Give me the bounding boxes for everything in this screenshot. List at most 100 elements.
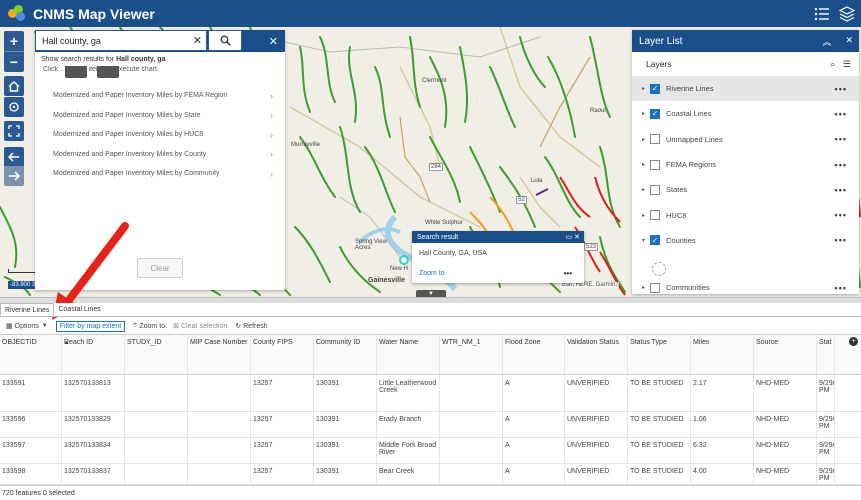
layer-checkbox[interactable] — [650, 184, 660, 195]
layer-row[interactable]: ▸ HUC8 ••• — [632, 202, 859, 227]
search-icon[interactable]: ⌕ — [830, 59, 835, 69]
table-cell: Bear Creek — [377, 464, 440, 484]
layer-row[interactable]: ▸ Communities ••• — [632, 275, 859, 294]
layer-checkbox[interactable]: ✓ — [650, 83, 660, 94]
column-header[interactable]: Flood Zone — [503, 335, 565, 374]
layer-row[interactable]: ▸ ✓ Riverine Lines ••• — [632, 76, 859, 102]
table-cell: Little Leatherwood Creek — [377, 375, 440, 411]
column-header[interactable]: MIP Case Number — [188, 335, 251, 374]
column-header[interactable]: Status Type — [628, 335, 691, 374]
table-cell: 9/29/2 PM — [817, 438, 835, 463]
chevron-right-icon[interactable]: ▸ — [642, 136, 650, 143]
list-icon[interactable] — [811, 3, 833, 25]
layer-checkbox[interactable]: ✓ — [650, 235, 660, 246]
table-cell: NHD-MED — [754, 464, 817, 484]
layer-checkbox[interactable] — [650, 210, 660, 221]
chart-task-item[interactable]: Modernized and Paper Inventory Miles by … — [53, 145, 273, 165]
column-header[interactable]: Community ID — [314, 335, 377, 374]
more-options-icon[interactable]: ••• — [835, 283, 847, 293]
layer-row[interactable]: ▸ States ••• — [632, 177, 859, 202]
collapse-icon[interactable]: ︽ — [822, 35, 831, 48]
column-header[interactable]: WTR_NM_1 — [440, 335, 503, 374]
more-options-icon[interactable]: ••• — [835, 134, 847, 144]
layer-name: FEMA Regions — [666, 160, 717, 170]
maximize-icon[interactable]: ▭ — [566, 234, 573, 241]
layer-checkbox[interactable] — [650, 159, 660, 170]
more-options-icon[interactable]: ••• — [564, 269, 572, 278]
clear-button[interactable]: Clear — [137, 258, 183, 278]
tab-riverine-lines[interactable]: Riverine Lines — [0, 303, 55, 316]
column-header[interactable]: Stat — [817, 335, 835, 374]
layers-heading: Layers — [646, 59, 672, 69]
zoom-to-link[interactable]: Zoom to — [419, 270, 445, 277]
layer-row[interactable]: ▸ ✓ Coastal Lines ••• — [632, 101, 859, 126]
more-options-icon[interactable]: ••• — [835, 185, 847, 195]
zoom-out-button[interactable]: − — [4, 52, 24, 72]
more-options-icon[interactable]: ••• — [835, 84, 847, 94]
close-icon[interactable]: ✕ — [269, 35, 278, 48]
tab-coastal-lines[interactable]: Coastal Lines — [54, 303, 104, 316]
layer-checkbox[interactable] — [650, 282, 660, 293]
table-cell: 130391 — [314, 464, 377, 484]
layers-icon[interactable] — [836, 3, 858, 25]
chart-task-item[interactable]: Modernized and Paper Inventory Miles by … — [53, 106, 273, 126]
search-suggestion[interactable]: Show search results for Hall county, ga — [41, 55, 213, 66]
grid-body: 133591 132570133813 13257 130391 Little Leat… — [0, 375, 861, 485]
zoom-to-button[interactable]: ⌾ Zoom to — [133, 322, 165, 330]
chart-task-item[interactable]: Modernized and Paper Inventory Miles by … — [53, 86, 273, 106]
close-icon[interactable]: ✕ — [845, 35, 853, 48]
more-options-icon[interactable]: ••• — [835, 210, 847, 220]
chevron-right-icon[interactable]: ▸ — [642, 212, 650, 219]
column-header[interactable]: STUDY_ID — [125, 335, 188, 374]
search-button[interactable] — [208, 30, 242, 51]
column-header[interactable]: Validation Status — [565, 335, 628, 374]
options-button[interactable]: ▦ Options ▼ — [6, 322, 48, 331]
layer-name: Communities — [666, 283, 710, 293]
table-cell: UNVERIFIED — [565, 464, 628, 484]
layer-row[interactable]: ▾ ✓ Counties ••• — [632, 228, 859, 253]
chevron-right-icon[interactable]: ▸ — [642, 85, 650, 92]
table-row[interactable]: 133597 132570133834 13257 130391 Middle Fork… — [0, 438, 861, 464]
search-input[interactable] — [42, 35, 172, 46]
zoom-in-button[interactable]: + — [4, 31, 24, 51]
table-cell: 130391 — [314, 438, 377, 463]
column-header[interactable]: Reach ID — [62, 335, 125, 374]
filter-by-map-extent-button[interactable]: Filter by map extent — [55, 320, 126, 332]
layer-checkbox[interactable]: ✓ — [650, 108, 660, 119]
layer-row[interactable]: ▸ Unmapped Lines ••• — [632, 127, 859, 152]
column-header[interactable]: Miles — [691, 335, 754, 374]
chevron-right-icon[interactable]: ▸ — [642, 161, 650, 168]
close-icon[interactable]: ✕ — [574, 234, 580, 241]
column-header[interactable]: OBJECTID — [0, 335, 62, 374]
add-column-icon[interactable]: + — [849, 337, 858, 346]
chevron-down-icon[interactable]: ▾ — [642, 237, 650, 244]
chevron-right-icon[interactable]: ▸ — [642, 284, 650, 291]
chevron-right-icon[interactable]: ▸ — [642, 110, 650, 117]
filter-icon[interactable]: ☰ — [843, 59, 851, 69]
table-cell: UNVERIFIED — [565, 438, 628, 463]
table-row[interactable]: 133591 132570133813 13257 130391 Little Leat… — [0, 375, 861, 412]
layer-checkbox[interactable] — [650, 134, 660, 145]
table-cell: 132570133834 — [62, 438, 125, 463]
layer-row[interactable]: ▸ FEMA Regions ••• — [632, 152, 859, 177]
more-options-icon[interactable]: ••• — [835, 235, 847, 245]
column-header[interactable]: County FIPS — [251, 335, 314, 374]
previous-extent-icon[interactable] — [4, 147, 24, 167]
home-icon[interactable] — [4, 76, 24, 96]
sort-ascending-icon[interactable]: ▲ — [64, 340, 69, 346]
table-row[interactable]: 133596 132570133829 13257 130391 Erady Branc… — [0, 412, 861, 438]
refresh-button[interactable]: ↻ Refresh — [235, 322, 267, 331]
clear-search-icon[interactable]: ✕ — [193, 34, 202, 47]
clear-selection-button[interactable]: ⊠ Clear selection — [173, 322, 227, 331]
locate-icon[interactable] — [4, 97, 24, 117]
chevron-right-icon[interactable]: ▸ — [642, 186, 650, 193]
chart-task-item[interactable]: Modernized and Paper Inventory Miles by … — [53, 125, 273, 145]
chart-task-item[interactable]: Modernized and Paper Inventory Miles by … — [53, 164, 273, 184]
next-extent-icon[interactable] — [4, 166, 24, 186]
fullscreen-icon[interactable] — [4, 121, 24, 141]
table-row[interactable]: 133598 132570133837 13257 130391 Bear Creek A… — [0, 464, 861, 485]
column-header[interactable]: Source — [754, 335, 817, 374]
more-options-icon[interactable]: ••• — [835, 160, 847, 170]
more-options-icon[interactable]: ••• — [835, 109, 847, 119]
column-header[interactable]: Water Name — [377, 335, 440, 374]
